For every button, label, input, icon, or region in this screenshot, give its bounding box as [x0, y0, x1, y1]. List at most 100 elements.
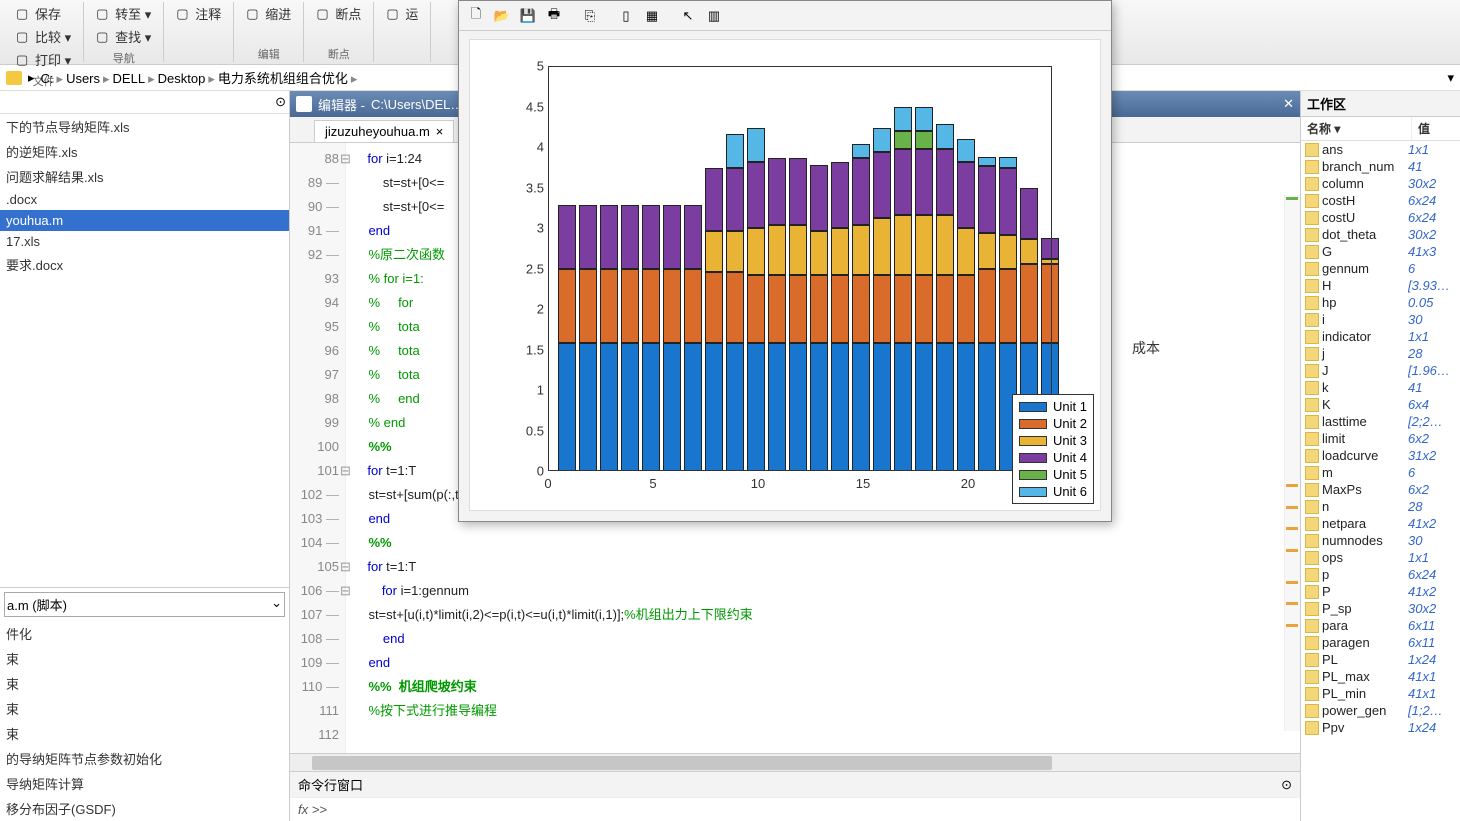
workspace-variable-row[interactable]: gennum6: [1301, 260, 1460, 277]
bar-column[interactable]: [789, 158, 807, 471]
figure-canvas[interactable]: 00.511.522.533.544.55 05101520 Unit 1Uni…: [469, 39, 1101, 511]
outline-item[interactable]: 束: [0, 696, 289, 721]
workspace-variable-row[interactable]: H[3.93…: [1301, 277, 1460, 294]
workspace-variable-row[interactable]: paragen6x11: [1301, 634, 1460, 651]
panel-collapse-icon[interactable]: ⊙: [0, 91, 289, 114]
bar-column[interactable]: [852, 144, 870, 471]
file-item[interactable]: 17.xls: [0, 231, 289, 252]
print-figure-icon[interactable]: 🖶: [543, 5, 565, 27]
file-item[interactable]: 的逆矩阵.xls: [0, 139, 289, 164]
bar-column[interactable]: [894, 107, 912, 471]
new-figure-icon[interactable]: 🗋: [465, 5, 487, 27]
bar-column[interactable]: [642, 205, 660, 471]
workspace-variable-row[interactable]: netpara41x2: [1301, 515, 1460, 532]
workspace-variable-row[interactable]: n28: [1301, 498, 1460, 515]
save-figure-icon[interactable]: 💾: [517, 5, 539, 27]
file-item[interactable]: 下的节点导纳矩阵.xls: [0, 114, 289, 139]
bar-column[interactable]: [768, 158, 786, 471]
outline-item[interactable]: 件化: [0, 621, 289, 646]
workspace-variable-row[interactable]: J[1.96…: [1301, 362, 1460, 379]
link-plot-icon[interactable]: ⎘: [579, 5, 601, 27]
workspace-variable-row[interactable]: PL1x24: [1301, 651, 1460, 668]
file-item[interactable]: youhua.m: [0, 210, 289, 231]
workspace-variable-row[interactable]: ops1x1: [1301, 549, 1460, 566]
workspace-var-list[interactable]: ans1x1branch_num41column30x2costH6x24cos…: [1301, 141, 1460, 821]
bp-button[interactable]: ▢断点: [312, 2, 365, 25]
outline-item[interactable]: 束: [0, 671, 289, 696]
workspace-variable-row[interactable]: m6: [1301, 464, 1460, 481]
indent-button[interactable]: ▢缩进: [242, 2, 295, 25]
goto-button[interactable]: ▢转至 ▾: [92, 2, 155, 25]
workspace-variable-row[interactable]: k41: [1301, 379, 1460, 396]
bar-column[interactable]: [663, 205, 681, 471]
scrollbar-thumb[interactable]: [312, 756, 1052, 770]
workspace-variable-row[interactable]: dot_theta30x2: [1301, 226, 1460, 243]
bar-column[interactable]: [978, 157, 996, 471]
workspace-variable-row[interactable]: j28: [1301, 345, 1460, 362]
file-item[interactable]: 要求.docx: [0, 252, 289, 277]
bar-column[interactable]: [915, 107, 933, 471]
file-item[interactable]: .docx: [0, 189, 289, 210]
legend-entry[interactable]: Unit 3: [1019, 432, 1087, 449]
command-prompt[interactable]: fx >>: [290, 797, 1300, 821]
legend-entry[interactable]: Unit 5: [1019, 466, 1087, 483]
bar-column[interactable]: [957, 139, 975, 471]
workspace-value-col-header[interactable]: 值: [1412, 117, 1460, 140]
figure-window[interactable]: 🗋 📂 💾 🖶 ⎘ ▯ ▦ ↖ ▥ ✎ ⊕ ⟲ ✥ ⊕ ⊖ ⌂ 00.511.5…: [458, 0, 1112, 522]
open-file-icon[interactable]: 📂: [491, 5, 513, 27]
workspace-variable-row[interactable]: PL_max41x1: [1301, 668, 1460, 685]
workspace-variable-row[interactable]: power_gen[1;2…: [1301, 702, 1460, 719]
save-button[interactable]: ▢保存: [12, 2, 75, 25]
outline-item[interactable]: 移分布因子(GSDF): [0, 796, 289, 821]
workspace-variable-row[interactable]: column30x2: [1301, 175, 1460, 192]
breadcrumb-item[interactable]: Users: [66, 71, 100, 86]
workspace-variable-row[interactable]: P41x2: [1301, 583, 1460, 600]
workspace-variable-row[interactable]: p6x24: [1301, 566, 1460, 583]
breadcrumb-item[interactable]: DELL: [113, 71, 146, 86]
editor-tab[interactable]: jizuzuheyouhua.m ×: [314, 120, 454, 142]
edit-plot-icon[interactable]: ↖: [677, 5, 699, 27]
breadcrumb-item[interactable]: C:: [41, 71, 54, 86]
workspace-variable-row[interactable]: loadcurve31x2: [1301, 447, 1460, 464]
workspace-variable-row[interactable]: lasttime[2;2…: [1301, 413, 1460, 430]
compare-button[interactable]: ▢比较 ▾: [12, 25, 75, 48]
bar-column[interactable]: [936, 124, 954, 471]
file-item[interactable]: 问题求解结果.xls: [0, 164, 289, 189]
editor-close-button[interactable]: ✕: [1283, 96, 1294, 112]
tab-close-icon[interactable]: ×: [436, 124, 444, 139]
bar-column[interactable]: [810, 165, 828, 471]
workspace-variable-row[interactable]: indicator1x1: [1301, 328, 1460, 345]
workspace-variable-row[interactable]: para6x11: [1301, 617, 1460, 634]
bar-column[interactable]: [558, 205, 576, 471]
bar-column[interactable]: [831, 162, 849, 471]
workspace-variable-row[interactable]: costH6x24: [1301, 192, 1460, 209]
cmd-menu-icon[interactable]: ⊙: [1281, 777, 1292, 793]
script-selector[interactable]: a.m (脚本) ⌄: [4, 592, 285, 617]
bar-column[interactable]: [705, 168, 723, 471]
workspace-variable-row[interactable]: branch_num41: [1301, 158, 1460, 175]
legend-entry[interactable]: Unit 4: [1019, 449, 1087, 466]
workspace-variable-row[interactable]: MaxPs6x2: [1301, 481, 1460, 498]
workspace-variable-row[interactable]: hp0.05: [1301, 294, 1460, 311]
workspace-variable-row[interactable]: i30: [1301, 311, 1460, 328]
workspace-variable-row[interactable]: numnodes30: [1301, 532, 1460, 549]
open-property-icon[interactable]: ▥: [703, 5, 725, 27]
outline-list[interactable]: 件化束束束束的导纳矩阵节点参数初始化导纳矩阵计算移分布因子(GSDF): [0, 621, 289, 821]
bar-column[interactable]: [579, 205, 597, 471]
bar-column[interactable]: [684, 205, 702, 471]
run-button[interactable]: ▢运: [382, 2, 422, 25]
bar-column[interactable]: [747, 128, 765, 471]
legend-entry[interactable]: Unit 1: [1019, 398, 1087, 415]
workspace-variable-row[interactable]: P_sp30x2: [1301, 600, 1460, 617]
workspace-variable-row[interactable]: limit6x2: [1301, 430, 1460, 447]
workspace-variable-row[interactable]: ans1x1: [1301, 141, 1460, 158]
workspace-name-col-header[interactable]: 名称 ▾: [1301, 117, 1412, 140]
bar-column[interactable]: [726, 134, 744, 471]
addr-dropdown-icon[interactable]: ▾: [1447, 70, 1454, 86]
outline-item[interactable]: 束: [0, 721, 289, 746]
chart-legend[interactable]: Unit 1Unit 2Unit 3Unit 4Unit 5Unit 6: [1012, 394, 1094, 504]
workspace-variable-row[interactable]: K6x4: [1301, 396, 1460, 413]
breadcrumb-item[interactable]: Desktop: [158, 71, 206, 86]
outline-item[interactable]: 束: [0, 646, 289, 671]
comment-button[interactable]: ▢注释: [172, 2, 225, 25]
